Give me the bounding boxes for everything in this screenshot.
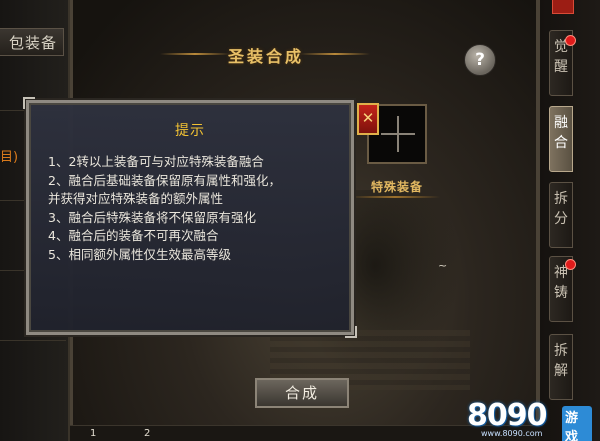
tab-label: 拆解 [554,343,568,379]
tilde-mark: ~ [438,259,448,272]
help-button[interactable]: ? [464,44,496,76]
special-label-underline [350,196,440,198]
tab-label: 融合 [554,115,568,151]
tip-line: 3、融合后特殊装备将不保留原有强化 [48,209,256,225]
notification-dot [565,35,576,46]
title-ornament-right [300,53,370,55]
hotbar-slot-number: 2 [144,428,151,439]
panel-title: 圣装合成 [227,47,304,66]
bag-item-orange-text: 目) [0,150,19,165]
tab-label: 神铸 [554,265,568,301]
tip-dialog: 提示 1、2转以上装备可与对应特殊装备融合 2、融合后基础装备保留原有属性和强化… [23,97,357,338]
dialog-close-button[interactable]: ✕ [357,103,379,135]
tip-list: 1、2转以上装备可与对应特殊装备融合 2、融合后基础装备保留原有属性和强化， 并… [48,153,281,264]
window-close-button[interactable] [552,0,574,14]
plus-icon [381,116,415,152]
watermark-text: 8090 [467,398,547,433]
tab-split[interactable]: 拆分 [549,182,573,248]
tip-line: 4、融合后的装备不可再次融合 [48,228,219,243]
tab-fusion[interactable]: 融合 [549,106,573,172]
tab-label: 拆分 [554,191,568,227]
tip-line: 5、相同额外属性仅生效最高等级 [48,246,231,262]
game-window: 包装备 目) 圣装合成 ? 特殊装备 ~ 合成 觉醒 融合 拆分 神铸 拆解 1… [0,0,600,441]
tip-line: 并获得对应特殊装备的额外属性 [48,191,224,206]
bag-row-divider [0,340,66,341]
site-watermark-logo: 8090 游戏 www.8090.com [467,398,592,441]
watermark-badge: 游戏 [562,406,592,441]
title-ornament-left [160,53,230,55]
special-equipment-label: 特殊装备 [370,180,423,194]
fuse-button[interactable]: 合成 [255,378,349,408]
dialog-title: 提示 [175,123,205,139]
tip-line: 2、融合后基础装备保留原有属性和强化， [48,172,281,188]
tab-dismantle[interactable]: 拆解 [549,334,573,400]
tip-line: 1、2转以上装备可与对应特殊装备融合 [48,154,264,169]
watermark-url: www.8090.com [481,429,543,438]
bag-equipment-tab[interactable]: 包装备 [0,28,64,56]
hotbar-slot-number: 1 [90,428,97,439]
notification-dot [565,259,576,270]
